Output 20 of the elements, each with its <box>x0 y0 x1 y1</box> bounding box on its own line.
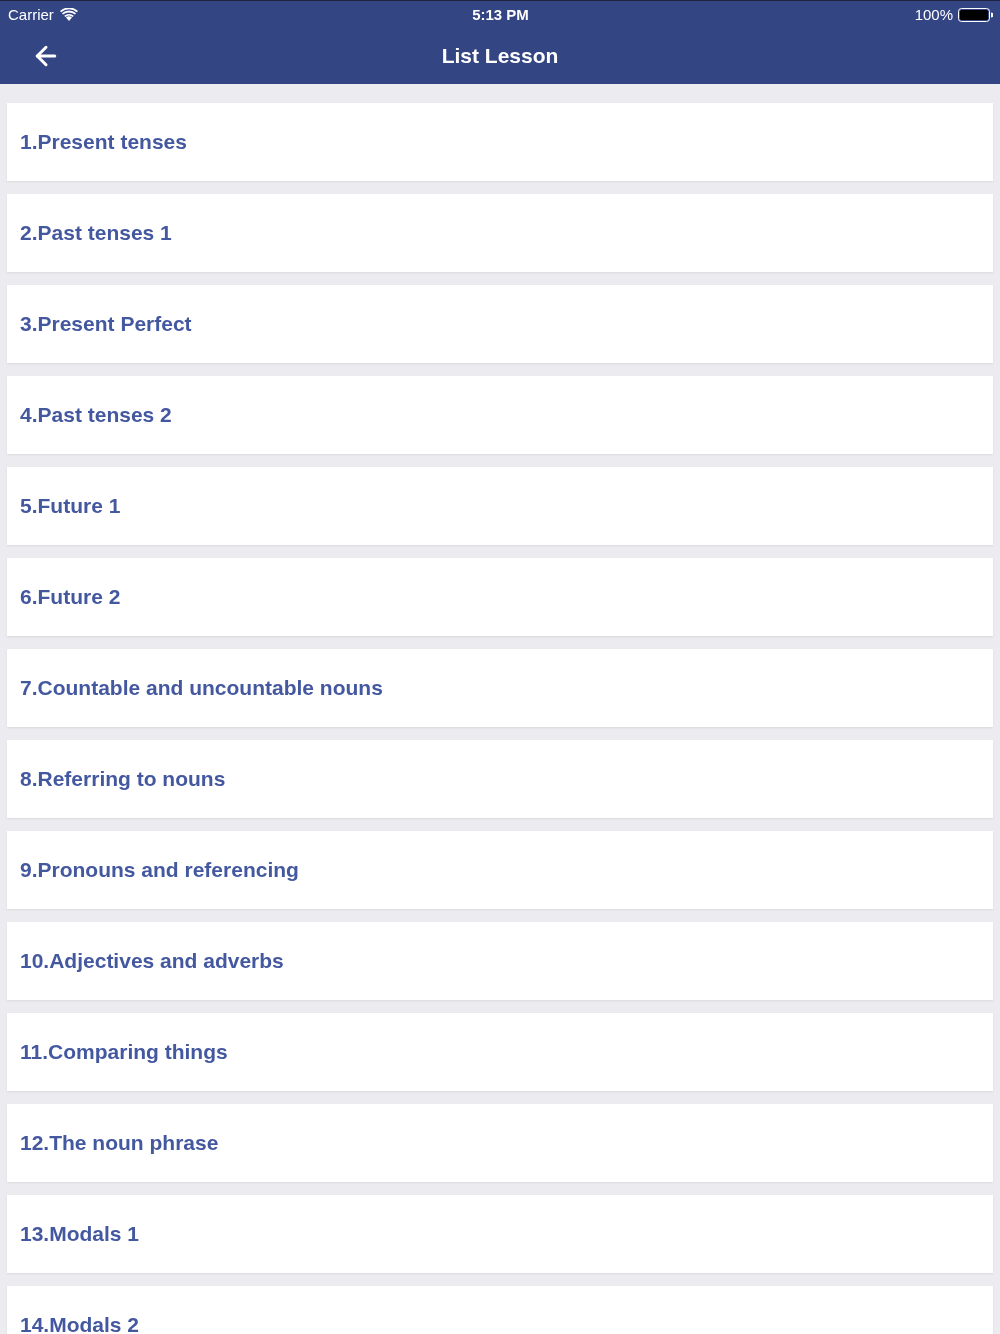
battery-icon <box>958 7 993 22</box>
lesson-item[interactable]: 11.Comparing things <box>7 1013 993 1091</box>
lesson-item[interactable]: 6.Future 2 <box>7 558 993 636</box>
lesson-item[interactable]: 10.Adjectives and adverbs <box>7 922 993 1000</box>
carrier-label: Carrier <box>8 6 54 23</box>
lesson-item[interactable]: 7.Countable and uncountable nouns <box>7 649 993 727</box>
screen-title: List Lesson <box>440 44 560 68</box>
lesson-item[interactable]: 13.Modals 1 <box>7 1195 993 1273</box>
lesson-item[interactable]: 5.Future 1 <box>7 467 993 545</box>
lesson-item[interactable]: 3.Present Perfect <box>7 285 993 363</box>
status-time: 5:13 PM <box>472 6 529 23</box>
lesson-item[interactable]: 9.Pronouns and referencing <box>7 831 993 909</box>
lesson-item[interactable]: 8.Referring to nouns <box>7 740 993 818</box>
lesson-item[interactable]: 4.Past tenses 2 <box>7 376 993 454</box>
lesson-item[interactable]: 14.Modals 2 <box>7 1286 993 1334</box>
lesson-item[interactable]: 1.Present tenses <box>7 103 993 181</box>
lesson-item[interactable]: 12.The noun phrase <box>7 1104 993 1182</box>
battery-percent: 100% <box>914 6 953 23</box>
wifi-icon <box>59 8 78 21</box>
lesson-item[interactable]: 2.Past tenses 1 <box>7 194 993 272</box>
